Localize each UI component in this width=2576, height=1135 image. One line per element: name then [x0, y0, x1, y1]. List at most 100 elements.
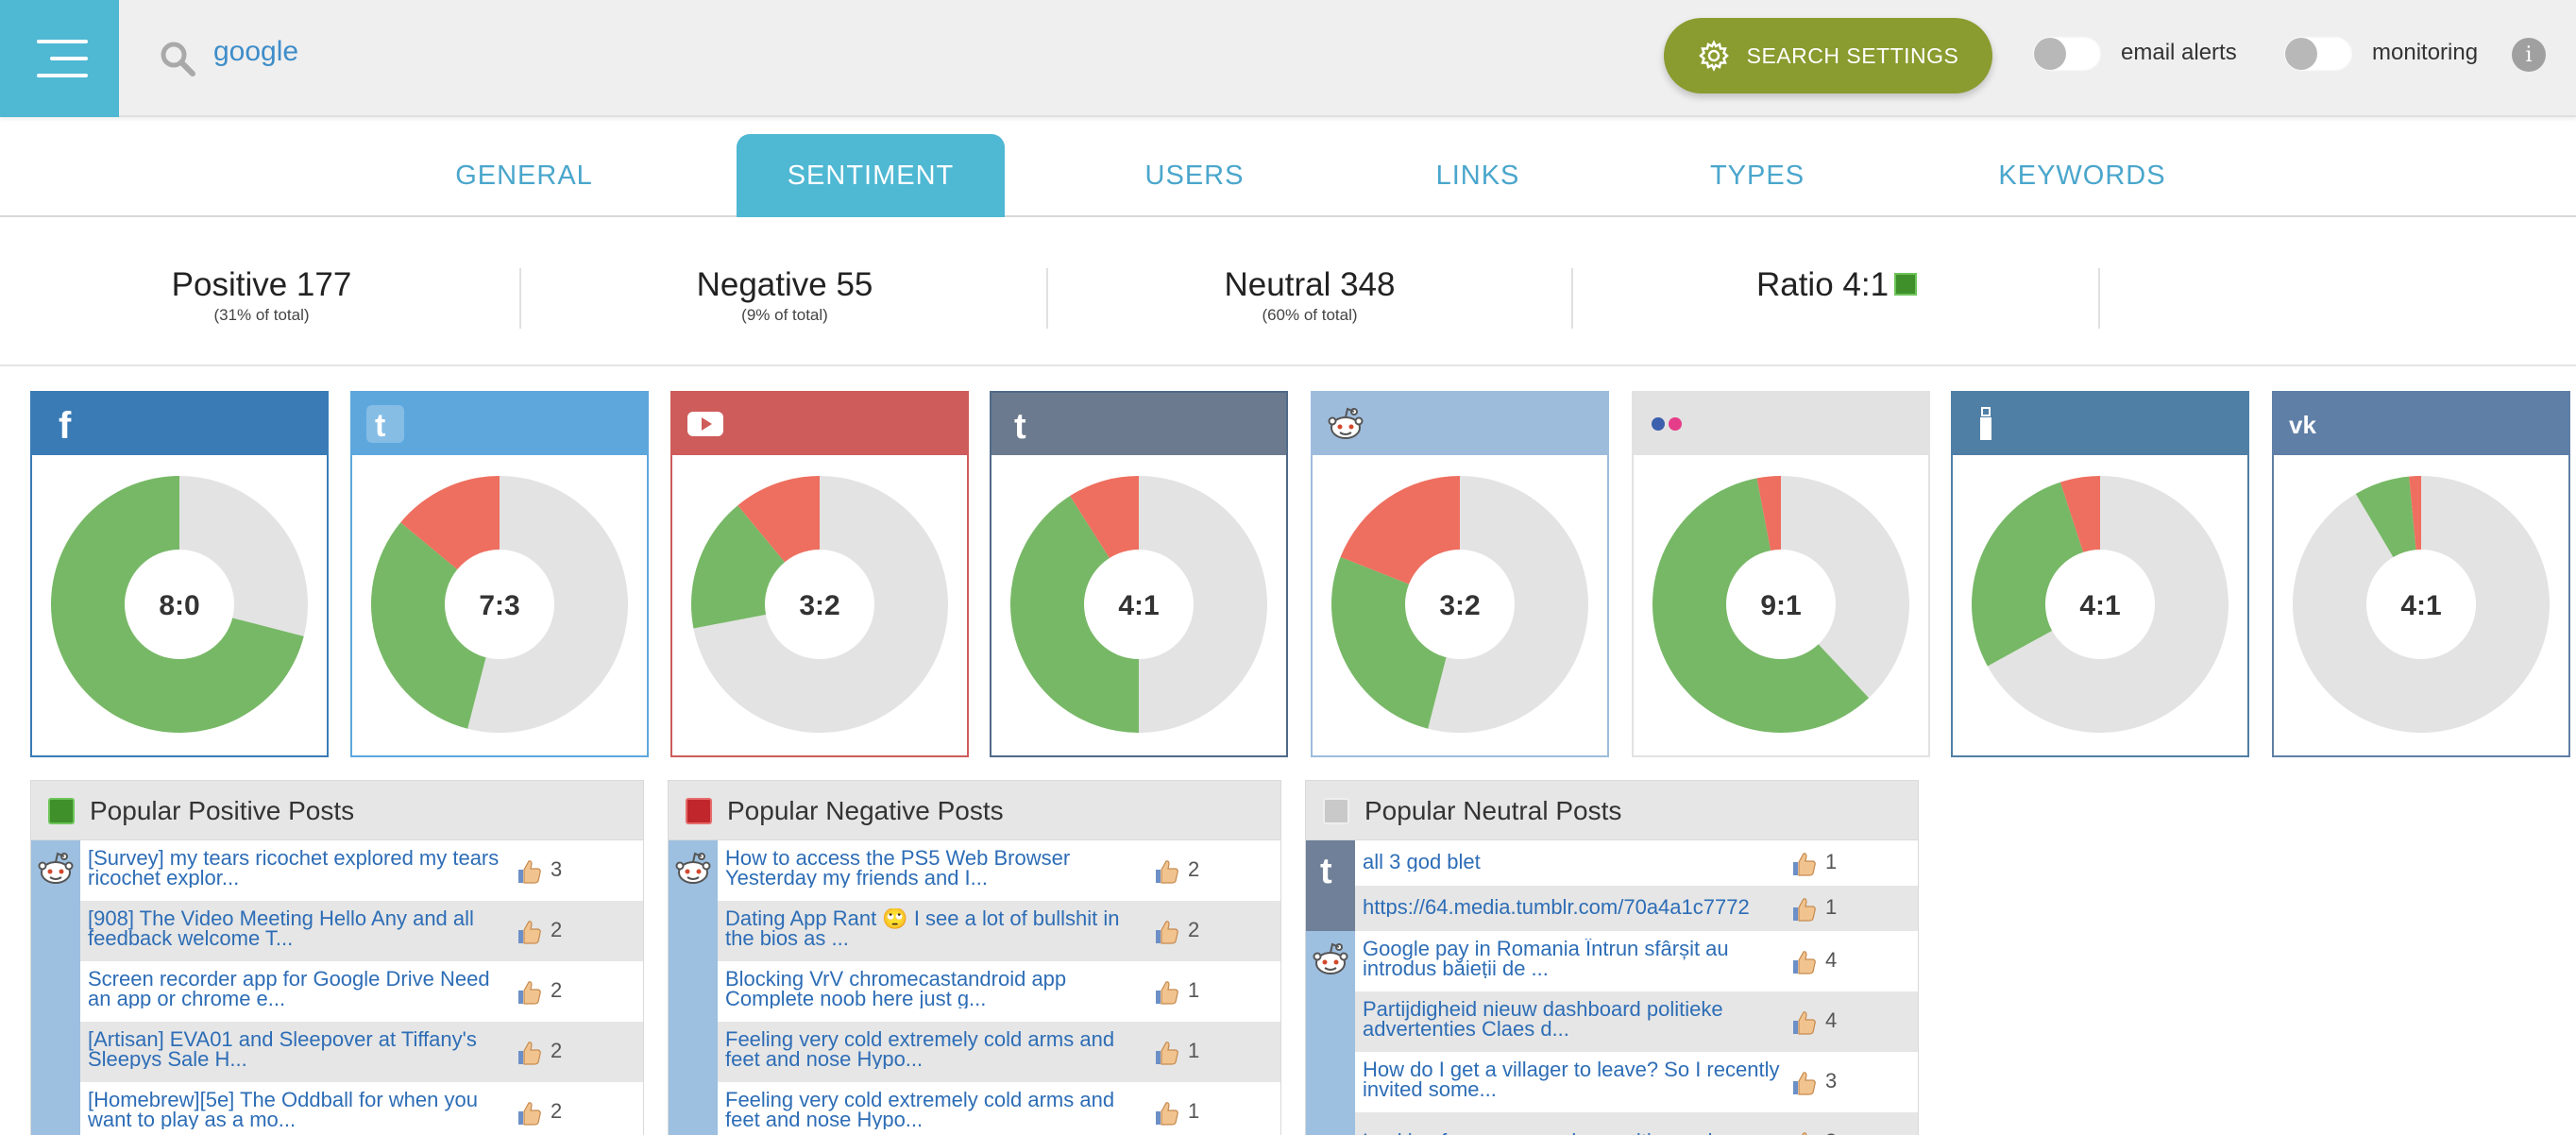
vk-sentiment-card[interactable]: vk 4:1: [2272, 391, 2570, 757]
thumbs-up-icon: [1789, 1129, 1818, 1135]
like-count: 1: [1188, 1039, 1200, 1062]
post-row: Feeling very cold extremely cold arms an…: [669, 1022, 1280, 1082]
post-link[interactable]: https://64.media.tumblr.com/70a4a1c7772: [1363, 897, 1788, 917]
email-alerts-label: email alerts: [2121, 40, 2237, 65]
twitter-icon: t: [365, 404, 405, 444]
monitoring-toggle[interactable]: [2283, 36, 2353, 72]
positive-count: Positive 177: [171, 266, 352, 303]
post-link[interactable]: Google pay in Romania Întrun sfârșit au …: [1363, 939, 1788, 978]
thumbs-up-icon: [1152, 918, 1180, 946]
tumblr-sentiment-card[interactable]: t 4:1: [990, 391, 1288, 757]
tab-keywords[interactable]: KEYWORDS: [1974, 134, 2191, 217]
vk-ratio-label: 4:1: [2400, 590, 2441, 621]
post-row: How to access the PS5 Web Browser Yester…: [669, 840, 1280, 901]
info-icon[interactable]: i: [2512, 38, 2546, 72]
post-link[interactable]: Feeling very cold extremely cold arms an…: [725, 1029, 1150, 1069]
tab-types[interactable]: TYPES: [1649, 134, 1866, 217]
post-row: Screen recorder app for Google Drive Nee…: [31, 961, 643, 1022]
reddit-icon: [672, 848, 714, 889]
reddit-sentiment-card[interactable]: 3:2: [1311, 391, 1609, 757]
post-row: https://64.media.tumblr.com/70a4a1c7772 1: [1306, 886, 1918, 931]
facebook-ratio-label: 8:0: [159, 590, 199, 621]
network-column: [31, 901, 80, 961]
post-link[interactable]: How do I get a villager to leave? So I r…: [1363, 1059, 1788, 1099]
tab-users[interactable]: USERS: [1086, 134, 1303, 217]
post-link[interactable]: Dating App Rant 🙄 I see a lot of bullshi…: [725, 908, 1150, 948]
like-count: 2: [1188, 857, 1200, 881]
post-link[interactable]: Partijdigheid nieuw dashboard politieke …: [1363, 999, 1788, 1039]
reddit-ratio-label: 3:2: [1439, 590, 1480, 621]
post-link[interactable]: Feeling very cold extremely cold arms an…: [725, 1090, 1150, 1129]
like-count: 1: [1188, 1099, 1200, 1123]
flickr-sentiment-card[interactable]: 9:1: [1632, 391, 1930, 757]
post-link[interactable]: How to access the PS5 Web Browser Yester…: [725, 848, 1150, 888]
post-row: Dating App Rant 🙄 I see a lot of bullshi…: [669, 901, 1280, 961]
post-row: t all 3 god blet 1: [1306, 840, 1918, 889]
top-bar: google SEARCH SETTINGS email alerts moni…: [0, 0, 2576, 117]
tumblr-donut-chart: 4:1: [1010, 476, 1267, 733]
thumbs-up-icon: [515, 978, 543, 1007]
instapaper-sentiment-card[interactable]: 4:1: [1951, 391, 2249, 757]
facebook-icon: f: [45, 404, 85, 444]
menu-button[interactable]: [0, 0, 119, 117]
instapaper-ratio-label: 4:1: [2079, 590, 2120, 621]
reddit-icon: [1310, 939, 1351, 980]
like-count: 2: [551, 1039, 563, 1062]
divider: [519, 268, 521, 329]
post-link[interactable]: [908] The Video Meeting Hello Any and al…: [88, 908, 513, 948]
facebook-sentiment-card[interactable]: f 8:0: [30, 391, 329, 757]
ratio-stat: Ratio 4:1: [1575, 266, 2098, 304]
tumblr-ratio-label: 4:1: [1118, 590, 1159, 621]
post-link[interactable]: [Homebrew][5e] The Oddball for when you …: [88, 1090, 513, 1129]
like-count: 3: [1825, 1129, 1837, 1135]
post-link[interactable]: all 3 god blet: [1363, 852, 1788, 872]
like-count: 1: [1188, 978, 1200, 1002]
search-input[interactable]: google: [213, 36, 298, 68]
thumbs-up-icon: [1152, 1039, 1180, 1067]
youtube-ratio-label: 3:2: [799, 590, 839, 621]
youtube-card-header: [672, 393, 967, 455]
ratio-value: Ratio 4:1: [1755, 266, 1890, 303]
neutral-indicator: [1323, 798, 1349, 824]
monitoring-label: monitoring: [2372, 40, 2479, 65]
post-link[interactable]: Screen recorder app for Google Drive Nee…: [88, 969, 513, 1008]
post-list: t all 3 god blet 1 https://64.media.tumblr.…: [1305, 840, 1919, 1135]
post-row: Partijdigheid nieuw dashboard politieke …: [1306, 991, 1918, 1052]
network-column: [669, 901, 718, 961]
search-settings-button[interactable]: SEARCH SETTINGS: [1664, 18, 1992, 93]
youtube-icon: [686, 404, 725, 444]
svg-text:f: f: [59, 405, 72, 444]
youtube-sentiment-card[interactable]: 3:2: [670, 391, 969, 757]
thumbs-up-icon: [1789, 948, 1818, 976]
post-link[interactable]: Looking for a source where critics andor: [1363, 1131, 1788, 1135]
flickr-card-header: [1634, 393, 1928, 455]
vk-donut-chart: 4:1: [2293, 476, 2550, 733]
post-row: [908] The Video Meeting Hello Any and al…: [31, 901, 643, 961]
thumbs-up-icon: [1152, 1099, 1180, 1127]
post-link[interactable]: [Survey] my tears ricochet explored my t…: [88, 848, 513, 888]
tab-general[interactable]: GENERAL: [415, 134, 633, 217]
post-row: [Artisan] EVA01 and Sleepover at Tiffany…: [31, 1022, 643, 1082]
instapaper-donut-chart: 4:1: [1972, 476, 2229, 733]
panel-title: Popular Positive Posts: [90, 796, 355, 825]
svg-text:t: t: [375, 408, 385, 444]
panel-header: Popular Negative Posts: [668, 780, 1281, 840]
gear-icon: [1698, 40, 1729, 72]
twitter-sentiment-card[interactable]: t 7:3: [350, 391, 649, 757]
ratio-indicator: [1894, 272, 1918, 296]
like-count: 4: [1825, 1008, 1838, 1032]
post-link[interactable]: Blocking VrV chromecastandroid app Compl…: [725, 969, 1150, 1008]
email-alerts-toggle[interactable]: [2032, 36, 2102, 72]
post-link[interactable]: [Artisan] EVA01 and Sleepover at Tiffany…: [88, 1029, 513, 1069]
tab-links[interactable]: LINKS: [1369, 134, 1586, 217]
thumbs-up-icon: [1152, 857, 1180, 886]
negative-count: Negative 55: [696, 266, 873, 303]
network-column: [31, 961, 80, 1022]
tab-sentiment[interactable]: SENTIMENT: [737, 134, 1005, 217]
popular-neutral-posts: Popular Neutral Posts t all 3 god blet 1 ht…: [1305, 780, 1919, 1135]
sentiment-summary: Positive 177 (31% of total) Negative 55 …: [0, 219, 2576, 366]
search-icon[interactable]: [159, 40, 196, 77]
neutral-share: (60% of total): [1262, 306, 1358, 324]
like-count: 2: [551, 978, 563, 1002]
tumblr-card-header: t: [991, 393, 1286, 455]
